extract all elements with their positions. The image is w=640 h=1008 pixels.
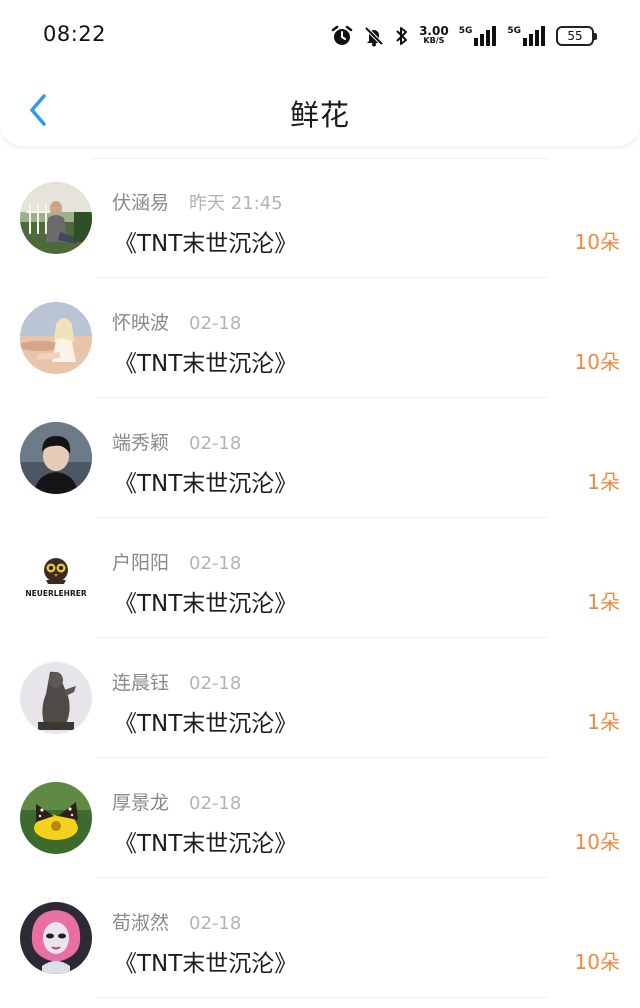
divider [96, 997, 548, 998]
nav-bar: 鲜花 [0, 74, 640, 146]
signal-icon: 5G [459, 26, 498, 46]
list-item[interactable]: 怀映波 02-18 《TNT末世沉沦》 10朵 [0, 278, 640, 398]
post-time: 02-18 [189, 553, 242, 574]
book-title[interactable]: 《TNT末世沉沦》 [114, 944, 297, 978]
signal-icon-2: 5G [507, 26, 546, 46]
book-title[interactable]: 《TNT末世沉沦》 [114, 584, 297, 618]
battery-icon: 55 [556, 26, 597, 46]
post-time: 02-18 [189, 313, 242, 334]
signal-bars-icon [523, 26, 545, 46]
avatar[interactable]: NEUERLEHRER [20, 542, 92, 614]
flower-count: 10朵 [574, 950, 620, 974]
list-item[interactable]: 荀淑然 02-18 《TNT末世沉沦》 10朵 [0, 878, 640, 998]
signal-bars-icon [474, 26, 497, 46]
battery-level: 55 [567, 29, 583, 43]
list-item[interactable]: 伏涵易 昨天 21:45 《TNT末世沉沦》 10朵 [0, 158, 640, 278]
user-line: 伏涵易 昨天 21:45 [112, 188, 283, 215]
avatar[interactable] [20, 182, 92, 254]
header-card: 08:22 3.00 KB/S 5G 5G 55 鲜花 [0, 0, 640, 146]
post-time: 02-18 [189, 433, 242, 454]
avatar[interactable] [20, 302, 92, 374]
list-item[interactable]: 厚景龙 02-18 《TNT末世沉沦》 10朵 [0, 758, 640, 878]
avatar-image [20, 182, 92, 254]
avatar[interactable] [20, 902, 92, 974]
user-line: 户阳阳 02-18 [112, 548, 241, 575]
page-title: 鲜花 [289, 98, 350, 132]
list-item[interactable]: 连晨钰 02-18 《TNT末世沉沦》 1朵 [0, 638, 640, 758]
net-speed: 3.00 KB/S [419, 24, 449, 46]
user-name[interactable]: 户阳阳 [112, 548, 169, 575]
status-time: 08:22 [43, 22, 107, 46]
signal-1-label: 5G [458, 26, 473, 36]
user-name[interactable]: 怀映波 [112, 308, 169, 335]
avatar[interactable] [20, 422, 92, 494]
flower-count: 10朵 [574, 350, 620, 374]
user-name[interactable]: 荀淑然 [112, 908, 169, 935]
user-line: 厚景龙 02-18 [112, 788, 241, 815]
flower-count: 1朵 [587, 470, 620, 494]
user-name[interactable]: 连晨钰 [112, 668, 169, 695]
post-time: 02-18 [189, 673, 242, 694]
flower-count: 1朵 [587, 590, 620, 614]
flower-count: 10朵 [574, 230, 620, 254]
post-time: 昨天 21:45 [189, 193, 283, 214]
post-time: 02-18 [189, 913, 242, 934]
signal-2-label: 5G [507, 26, 521, 36]
book-title[interactable]: 《TNT末世沉沦》 [114, 224, 297, 258]
status-bar: 08:22 3.00 KB/S 5G 5G 55 [0, 0, 640, 72]
avatar-logo-text: NEUERLEHRER [25, 589, 86, 598]
net-speed-value: 3.00 [419, 24, 449, 38]
status-icons: 3.00 KB/S 5G 5G 55 [331, 22, 597, 50]
avatar-image [20, 782, 92, 854]
avatar-image [20, 902, 92, 974]
avatar-image [20, 662, 92, 734]
avatar-image: NEUERLEHRER [20, 542, 92, 614]
book-title[interactable]: 《TNT末世沉沦》 [114, 464, 297, 498]
list-item[interactable]: NEUERLEHRER 户阳阳 02-18 《TNT末世沉沦》 1朵 [0, 518, 640, 638]
net-speed-unit: KB/S [423, 36, 445, 45]
user-name[interactable]: 厚景龙 [112, 788, 169, 815]
avatar-image [20, 422, 92, 494]
book-title[interactable]: 《TNT末世沉沦》 [114, 344, 297, 378]
bluetooth-icon [396, 27, 408, 45]
book-title[interactable]: 《TNT末世沉沦》 [114, 704, 297, 738]
user-line: 连晨钰 02-18 [112, 668, 241, 695]
flower-count: 1朵 [587, 710, 620, 734]
avatar[interactable] [20, 782, 92, 854]
user-line: 怀映波 02-18 [112, 308, 241, 335]
flower-count: 10朵 [574, 830, 620, 854]
post-time: 02-18 [189, 793, 242, 814]
avatar-image [20, 302, 92, 374]
bell-muted-icon [364, 26, 384, 47]
flowers-screen: 08:22 3.00 KB/S 5G 5G 55 鲜花 伏涵易 昨天 21:45… [0, 0, 640, 1008]
user-name[interactable]: 伏涵易 [112, 188, 169, 215]
book-title[interactable]: 《TNT末世沉沦》 [114, 824, 297, 858]
list-item[interactable]: 端秀颖 02-18 《TNT末世沉沦》 1朵 [0, 398, 640, 518]
flower-list: 伏涵易 昨天 21:45 《TNT末世沉沦》 10朵 怀映波 02-18 《TN… [0, 158, 640, 998]
alarm-icon [331, 25, 353, 45]
avatar[interactable] [20, 662, 92, 734]
user-line: 端秀颖 02-18 [112, 428, 241, 455]
user-name[interactable]: 端秀颖 [112, 428, 169, 455]
user-line: 荀淑然 02-18 [112, 908, 241, 935]
